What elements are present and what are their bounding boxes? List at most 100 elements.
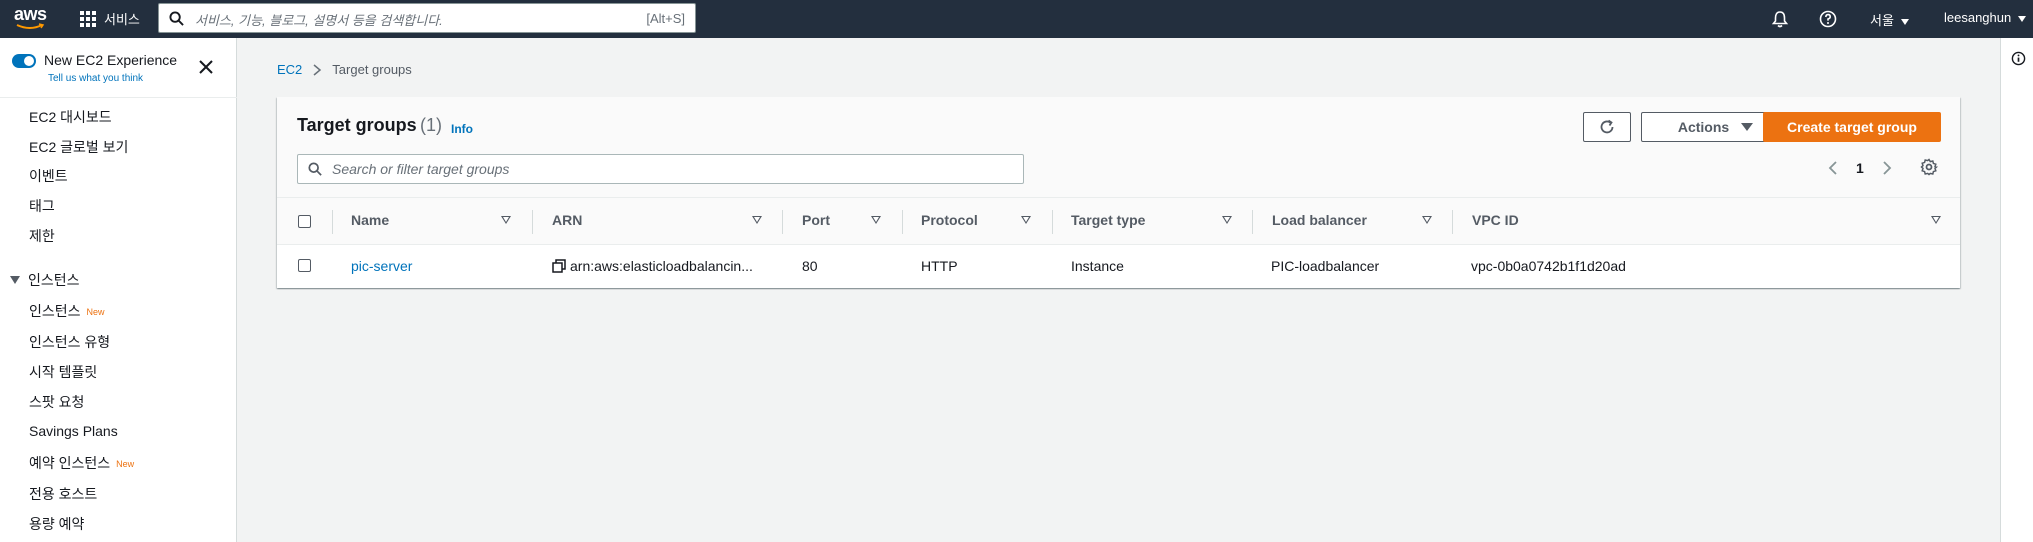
table-settings-gear-icon[interactable]	[1920, 158, 1939, 181]
region-selector[interactable]: 서울	[1870, 10, 1909, 29]
sidebar-item-reserved-instances[interactable]: 예약 인스턴스 New	[29, 453, 134, 473]
sidebar-item-launch-templates[interactable]: 시작 템플릿	[29, 362, 97, 382]
actions-label: Actions	[1677, 119, 1730, 135]
sidebar-item-ec2-global-view[interactable]: EC2 글로벌 보기	[29, 137, 128, 157]
column-divider	[1052, 210, 1053, 234]
sidebar-item-instance-types[interactable]: 인스턴스 유형	[29, 332, 110, 352]
protocol-cell: HTTP	[921, 258, 958, 274]
sidebar-item-label: 인스턴스	[29, 303, 81, 319]
column-header-name[interactable]: Name	[351, 212, 389, 228]
sidebar-item-ec2-dashboard[interactable]: EC2 대시보드	[29, 107, 112, 127]
breadcrumb-current: Target groups	[332, 62, 412, 77]
sidebar-item-label: 용량 예약	[29, 516, 85, 532]
sidebar-divider	[0, 97, 237, 98]
sidebar-item-events[interactable]: 이벤트	[29, 166, 68, 186]
column-header-port[interactable]: Port	[802, 212, 830, 228]
chevron-right-icon	[313, 63, 322, 76]
sidebar-item-label: 시작 템플릿	[29, 364, 98, 380]
column-divider	[782, 210, 783, 234]
breadcrumb-ec2-link[interactable]: EC2	[277, 62, 302, 77]
target-groups-panel: Target groups (1) Info Actions Create ta…	[277, 97, 1960, 288]
sidebar-item-limits[interactable]: 제한	[29, 226, 55, 246]
sidebar-item-capacity-reservations[interactable]: 용량 예약	[29, 514, 84, 534]
create-target-group-button[interactable]: Create target group	[1763, 112, 1941, 142]
sort-icon[interactable]	[1021, 216, 1031, 224]
account-menu[interactable]: leesanghun	[1944, 10, 2027, 25]
column-divider	[532, 210, 533, 234]
services-menu-button[interactable]: 서비스	[80, 9, 140, 28]
current-page-number[interactable]: 1	[1856, 160, 1864, 176]
filter-placeholder: Search or filter target groups	[332, 161, 510, 177]
sidebar-section-instances[interactable]: 인스턴스	[10, 270, 80, 290]
sort-icon[interactable]	[1222, 216, 1232, 224]
close-icon[interactable]	[197, 58, 215, 76]
item-count: (1)	[420, 115, 442, 135]
vpc-id-cell: vpc-0b0a0742b1f1d20ad	[1471, 258, 1626, 274]
new-badge: New	[86, 307, 105, 318]
column-divider	[1452, 210, 1453, 234]
feedback-link[interactable]: Tell us what you think	[48, 73, 143, 84]
refresh-icon	[1600, 119, 1614, 134]
sort-icon[interactable]	[871, 216, 881, 224]
arn-cell: arn:aws:elasticloadbalancin...	[570, 258, 753, 274]
load-balancer-cell: PIC-loadbalancer	[1271, 258, 1380, 274]
notifications-bell-icon[interactable]	[1770, 9, 1790, 29]
row-select-checkbox[interactable]	[298, 259, 311, 272]
search-shortcut-hint: [Alt+S]	[646, 11, 685, 26]
page-title: Target groups	[297, 115, 417, 135]
sidebar-item-savings-plans[interactable]: Savings Plans	[29, 423, 118, 439]
column-header-load-balancer[interactable]: Load balancer	[1272, 212, 1367, 228]
sidebar-item-label: Savings Plans	[29, 423, 118, 439]
info-link[interactable]: Info	[451, 122, 473, 136]
account-username: leesanghun	[1944, 10, 2012, 25]
refresh-button[interactable]	[1583, 112, 1631, 142]
column-divider	[902, 210, 903, 234]
sidebar-item-label: 인스턴스 유형	[29, 334, 111, 350]
sort-icon[interactable]	[1422, 216, 1432, 224]
top-navigation-bar: aws 서비스 서비스, 기능, 블로그, 설명서 등을 검색합니다. [Alt…	[0, 0, 2033, 38]
breadcrumb: EC2 Target groups	[277, 62, 412, 77]
caret-down-icon	[2018, 15, 2027, 22]
apps-grid-icon	[80, 10, 96, 27]
column-header-arn[interactable]: ARN	[552, 212, 582, 228]
column-divider	[332, 210, 333, 234]
search-icon	[308, 162, 322, 176]
new-experience-title: New EC2 Experience	[44, 52, 178, 68]
sidebar-item-tags[interactable]: 태그	[29, 196, 55, 216]
sidebar-section-title: 인스턴스	[28, 272, 80, 288]
sidebar-item-instances[interactable]: 인스턴스 New	[29, 301, 105, 321]
aws-logo[interactable]: aws	[12, 4, 52, 34]
sort-icon[interactable]	[1931, 216, 1941, 224]
filter-target-groups-input[interactable]: Search or filter target groups	[297, 154, 1024, 184]
region-label: 서울	[1870, 13, 1894, 28]
sidebar-item-label: 전용 호스트	[29, 486, 98, 502]
help-icon[interactable]	[1818, 9, 1838, 29]
aws-logo-text: aws	[14, 4, 47, 24]
table-row[interactable]: pic-server arn:aws:elasticloadbalancin..…	[277, 245, 1960, 287]
info-circle-icon[interactable]	[2011, 51, 2026, 71]
sidebar-item-dedicated-hosts[interactable]: 전용 호스트	[29, 484, 97, 504]
new-badge: New	[116, 459, 135, 470]
sort-icon[interactable]	[752, 216, 762, 224]
column-divider	[1252, 210, 1253, 234]
target-type-cell: Instance	[1071, 258, 1124, 274]
help-panel-rail	[2000, 38, 2033, 542]
sidebar-item-label: 예약 인스턴스	[29, 455, 111, 471]
column-header-target-type[interactable]: Target type	[1071, 212, 1145, 228]
search-placeholder: 서비스, 기능, 블로그, 설명서 등을 검색합니다.	[195, 13, 443, 28]
search-icon	[169, 11, 184, 26]
sidebar-item-spot-requests[interactable]: 스팟 요청	[29, 392, 84, 412]
select-all-checkbox[interactable]	[298, 215, 311, 228]
copy-icon[interactable]	[552, 259, 566, 278]
panel-header: Target groups (1) Info Actions Create ta…	[277, 97, 1960, 197]
new-experience-toggle[interactable]	[12, 54, 36, 68]
target-group-name-link[interactable]: pic-server	[351, 258, 412, 274]
global-search-input[interactable]: 서비스, 기능, 블로그, 설명서 등을 검색합니다. [Alt+S]	[158, 3, 696, 33]
next-page-chevron-icon[interactable]	[1878, 158, 1896, 178]
services-label: 서비스	[104, 12, 140, 27]
table-header: Name ARN Port Protocol Target type Load …	[277, 197, 1960, 245]
column-header-vpc-id[interactable]: VPC ID	[1472, 212, 1519, 228]
previous-page-chevron-icon[interactable]	[1824, 158, 1842, 178]
column-header-protocol[interactable]: Protocol	[921, 212, 978, 228]
sort-icon[interactable]	[501, 216, 511, 224]
